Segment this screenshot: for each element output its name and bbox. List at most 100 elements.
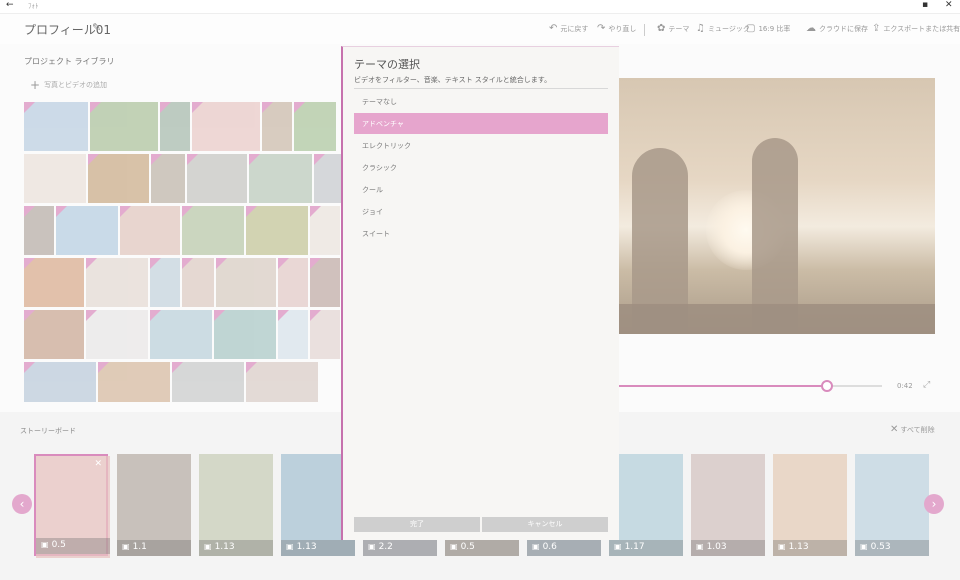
storyboard-clip[interactable]: ▣ 1.13 [199, 454, 273, 556]
library-thumbnail[interactable] [90, 102, 158, 151]
used-marker [182, 258, 193, 269]
theme-option[interactable]: クラシック [354, 157, 608, 178]
used-marker [160, 102, 171, 113]
video-preview[interactable] [618, 78, 935, 334]
theme-option[interactable]: スイート [354, 223, 608, 244]
library-thumbnail[interactable] [87, 154, 150, 203]
storyboard-clip[interactable]: ▣ 0.53 [855, 454, 929, 556]
playback-timeline[interactable] [618, 380, 882, 392]
library-thumbnail[interactable] [24, 362, 96, 402]
photo-icon: ▣ [368, 542, 376, 551]
library-thumbnail[interactable] [214, 310, 276, 359]
library-thumbnail[interactable] [294, 102, 336, 151]
pencil-icon[interactable]: ✎ [92, 21, 101, 34]
library-thumbnail[interactable] [86, 258, 148, 307]
storyboard-clip[interactable]: ▣ 1.17 [609, 454, 683, 556]
restore-icon[interactable]: ▪ [922, 0, 928, 10]
storyboard-clip[interactable]: ▣ 1.1 [117, 454, 191, 556]
used-marker [246, 206, 257, 217]
delete-all-button[interactable]: ✕ すべて削除 [890, 424, 935, 435]
ground-grass [618, 304, 935, 334]
used-marker [314, 154, 326, 165]
timeline-progress [618, 385, 827, 387]
music-label: ミュージック [707, 25, 750, 33]
library-thumbnail[interactable] [192, 102, 260, 151]
dialog-title: テーマの選択 [354, 58, 420, 71]
theme-option[interactable]: アドベンチャ [354, 113, 608, 134]
library-thumbnail[interactable] [151, 154, 185, 203]
scroll-right-icon[interactable]: › [924, 494, 944, 514]
library-thumbnail[interactable] [182, 206, 244, 255]
library-thumbnail[interactable] [24, 258, 84, 307]
library-thumbnail[interactable] [120, 206, 180, 255]
used-marker [278, 258, 289, 269]
playback-time: 0:42 [897, 382, 913, 390]
library-thumbnail[interactable] [310, 258, 340, 307]
library-thumbnail[interactable] [246, 206, 308, 255]
library-thumbnail[interactable] [150, 310, 212, 359]
used-marker [150, 258, 161, 269]
redo-button[interactable]: ↷ やり直し [597, 23, 636, 34]
cancel-button[interactable]: キャンセル [482, 517, 608, 532]
undo-button[interactable]: ↶ 元に戻す [549, 23, 588, 34]
aspect-ratio-button[interactable]: ▢ 16:9 比率 [746, 23, 790, 34]
theme-button[interactable]: ✿ テーマ [657, 23, 689, 34]
library-thumbnail[interactable] [24, 154, 86, 203]
theme-option[interactable]: エレクトリック [354, 135, 608, 156]
remove-clip-icon[interactable]: ✕ [94, 459, 102, 469]
storyboard-clip[interactable]: ▣ 1.03 [691, 454, 765, 556]
timeline-scrubber[interactable] [820, 380, 833, 392]
library-thumbnail[interactable] [172, 362, 244, 402]
library-thumbnail[interactable] [24, 206, 54, 255]
project-library: プロジェクト ライブラリ + 写真とビデオの追加 [0, 44, 345, 404]
library-thumbnail[interactable] [278, 310, 308, 359]
photo-icon: ▣ [41, 540, 49, 549]
library-thumbnail-grid [24, 102, 342, 402]
photo-icon: ▣ [778, 542, 786, 551]
library-thumbnail[interactable] [262, 102, 292, 151]
library-thumbnail[interactable] [278, 258, 308, 307]
library-thumbnail[interactable] [248, 154, 313, 203]
theme-option[interactable]: ジョイ [354, 201, 608, 222]
library-thumbnail[interactable] [98, 362, 170, 402]
done-button[interactable]: 完了 [354, 517, 480, 532]
library-thumbnail[interactable] [216, 258, 276, 307]
library-thumbnail[interactable] [24, 102, 88, 151]
used-marker [120, 206, 131, 217]
aspect-label: 16:9 比率 [758, 25, 791, 33]
library-thumbnail[interactable] [186, 154, 247, 203]
close-icon[interactable]: ✕ [945, 0, 953, 10]
add-media-label: 写真とビデオの追加 [44, 81, 108, 89]
clip-duration: 2.2 [378, 542, 393, 552]
back-icon[interactable]: ← [6, 0, 14, 10]
music-button[interactable]: ♫ ミュージック [696, 23, 750, 34]
add-media-button[interactable]: + 写真とビデオの追加 [30, 78, 107, 92]
library-thumbnail[interactable] [160, 102, 190, 151]
cloud-save-button[interactable]: ☁ クラウドに保存 [806, 23, 868, 34]
library-thumbnail[interactable] [310, 206, 340, 255]
clip-duration-bar: ▣ 0.53 [855, 540, 929, 556]
theme-option[interactable]: クール [354, 179, 608, 200]
dialog-description: ビデオをフィルター、音楽、テキスト スタイルと統合します。 [354, 76, 552, 84]
photo-icon: ▣ [204, 542, 212, 551]
theme-option[interactable]: テーマなし [354, 91, 608, 112]
library-thumbnail[interactable] [310, 310, 340, 359]
library-thumbnail[interactable] [24, 310, 84, 359]
scroll-left-icon[interactable]: ‹ [12, 494, 32, 514]
library-thumbnail[interactable] [314, 154, 342, 203]
photo-icon: ▣ [614, 542, 622, 551]
used-marker [24, 206, 35, 217]
library-thumbnail[interactable] [150, 258, 180, 307]
library-thumbnail[interactable] [246, 362, 318, 402]
library-thumbnail[interactable] [86, 310, 148, 359]
storyboard-clip[interactable]: ▣ 1.13 [773, 454, 847, 556]
library-thumbnail[interactable] [182, 258, 214, 307]
music-icon: ♫ [696, 23, 705, 34]
storyboard-clip[interactable]: ▣ 0.5 ✕ [34, 454, 110, 558]
photo-icon: ▣ [532, 542, 540, 551]
fullscreen-icon[interactable]: ⤢ [923, 380, 930, 390]
more-options-icon[interactable]: ··· [942, 23, 949, 31]
used-marker [24, 362, 35, 373]
library-thumbnail[interactable] [56, 206, 118, 255]
clip-duration-bar: ▣ 1.1 [117, 540, 191, 556]
